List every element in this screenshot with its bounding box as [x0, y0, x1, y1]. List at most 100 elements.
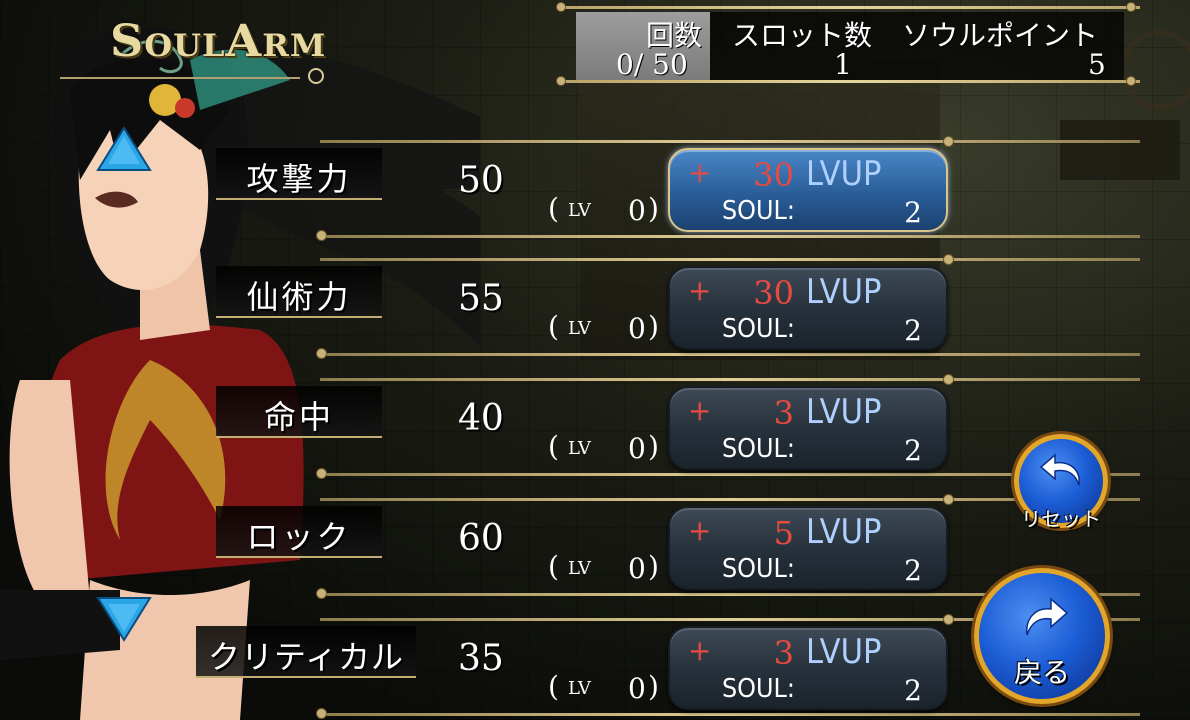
row-rail — [320, 140, 1140, 143]
lvup-label: LVUP — [806, 632, 882, 672]
row-knob — [943, 494, 954, 505]
stat-name: 攻撃力 — [246, 160, 352, 198]
lvup-button-critical[interactable]: + 3 LVUP SOUL: 2 — [668, 626, 948, 710]
stat-name: ロック — [246, 518, 352, 556]
stat-label-plate: 命中 — [216, 386, 382, 438]
soul-label: SOUL: — [722, 554, 795, 584]
undo-arrow-icon — [1039, 453, 1080, 486]
soul-label: SOUL: — [722, 434, 795, 464]
stat-label-plate: 仙術力 — [216, 266, 382, 318]
lvup-button-lock[interactable]: + 5 LVUP SOUL: 2 — [668, 506, 948, 590]
soul-label: SOUL: — [722, 314, 795, 344]
increase-amount: 3 — [773, 394, 794, 432]
row-knob — [943, 374, 954, 385]
paren-close: ) — [648, 430, 659, 463]
paren-open: ( — [548, 310, 559, 343]
row-rail — [320, 353, 1140, 356]
lv-value: 0 — [628, 672, 646, 705]
rail-knob — [1126, 2, 1136, 12]
row-knob — [316, 468, 327, 479]
rail-knob — [1126, 76, 1136, 86]
plus-sign: + — [688, 634, 712, 667]
row-rail — [320, 713, 1140, 716]
lvup-label: LVUP — [806, 154, 882, 194]
stat-value: 60 — [458, 518, 504, 559]
lvup-label: LVUP — [806, 392, 882, 432]
stat-value: 55 — [458, 278, 504, 319]
rail-knob — [556, 76, 566, 86]
lvup-button-magic[interactable]: + 30 LVUP SOUL: 2 — [668, 266, 948, 350]
stat-level: ( LV 0 ) — [548, 310, 668, 352]
stat-value: 40 — [458, 398, 504, 439]
stat-name: 命中 — [263, 398, 334, 436]
stat-name: 仙術力 — [246, 278, 352, 316]
stat-row-critical: クリティカル 35 ( LV 0 ) + 3 LVUP SOUL: 2 — [190, 614, 1140, 720]
stat-row-attack: 攻撃力 50 ( LV 0 ) + 30 LVUP SOUL: 2 — [190, 136, 1140, 250]
count-value: 0/ 50 — [616, 48, 688, 81]
paren-open: ( — [548, 192, 559, 225]
lv-label: LV — [568, 318, 591, 339]
stat-value: 50 — [458, 160, 504, 201]
lv-value: 0 — [628, 312, 646, 345]
paren-close: ) — [648, 550, 659, 583]
logo-text: SOULARM — [110, 15, 327, 67]
soulpoint-value: 5 — [1088, 48, 1106, 81]
soul-cost: 2 — [904, 674, 922, 707]
lv-label: LV — [568, 438, 591, 459]
plus-sign: + — [688, 274, 712, 307]
plus-sign: + — [688, 394, 712, 427]
back-button[interactable]: 戻る — [974, 568, 1110, 704]
increase-amount: 5 — [773, 514, 794, 552]
back-label: 戻る — [1013, 656, 1070, 689]
row-knob — [316, 708, 327, 719]
increase-amount: 3 — [773, 634, 794, 672]
stat-value: 35 — [458, 638, 504, 679]
info-box: 回数 0/ 50 スロット数 1 ソウルポイント 5 — [576, 12, 1124, 81]
row-rail — [320, 258, 1140, 261]
paren-open: ( — [548, 670, 559, 703]
row-knob — [316, 588, 327, 599]
background-bench — [1060, 120, 1180, 180]
soularm-logo: SOULARM — [60, 6, 360, 86]
stat-row-magic: 仙術力 55 ( LV 0 ) + 30 LVUP SOUL: 2 — [190, 254, 1140, 368]
row-knob — [943, 614, 954, 625]
reset-button[interactable]: リセット — [1014, 434, 1108, 531]
paren-close: ) — [648, 670, 659, 703]
soul-cost: 2 — [904, 434, 922, 467]
rail-knob — [556, 2, 566, 12]
stat-row-accuracy: 命中 40 ( LV 0 ) + 3 LVUP SOUL: 2 — [190, 374, 1140, 488]
stat-level: ( LV 0 ) — [548, 430, 668, 472]
scroll-up-arrow[interactable] — [96, 126, 152, 172]
row-knob — [943, 254, 954, 265]
lv-value: 0 — [628, 432, 646, 465]
return-arrow-icon — [1026, 597, 1069, 636]
lvup-button-attack[interactable]: + 30 LVUP SOUL: 2 — [668, 148, 948, 232]
soul-cost: 2 — [904, 314, 922, 347]
scroll-down-arrow[interactable] — [96, 596, 152, 642]
row-knob — [316, 230, 327, 241]
lv-label: LV — [568, 678, 591, 699]
lv-label: LV — [568, 200, 591, 221]
panel-rail-top — [560, 6, 1140, 9]
row-rail — [320, 378, 1140, 381]
paren-open: ( — [548, 430, 559, 463]
stat-row-lock: ロック 60 ( LV 0 ) + 5 LVUP SOUL: 2 — [190, 494, 1140, 608]
row-knob — [316, 348, 327, 359]
row-knob — [943, 136, 954, 147]
slots-value: 1 — [834, 48, 852, 81]
stat-name: クリティカル — [207, 638, 405, 676]
reset-label: リセット — [1021, 507, 1101, 531]
stat-label-plate: クリティカル — [196, 626, 416, 678]
paren-open: ( — [548, 550, 559, 583]
stat-level: ( LV 0 ) — [548, 550, 668, 592]
paren-close: ) — [648, 192, 659, 225]
paren-close: ) — [648, 310, 659, 343]
lvup-button-accuracy[interactable]: + 3 LVUP SOUL: 2 — [668, 386, 948, 470]
increase-amount: 30 — [753, 156, 794, 194]
lv-value: 0 — [628, 552, 646, 585]
soul-info-panel: 回数 0/ 50 スロット数 1 ソウルポイント 5 — [556, 0, 1140, 86]
lv-label: LV — [568, 558, 591, 579]
soul-label: SOUL: — [722, 674, 795, 704]
increase-amount: 30 — [753, 274, 794, 312]
stat-label-plate: ロック — [216, 506, 382, 558]
